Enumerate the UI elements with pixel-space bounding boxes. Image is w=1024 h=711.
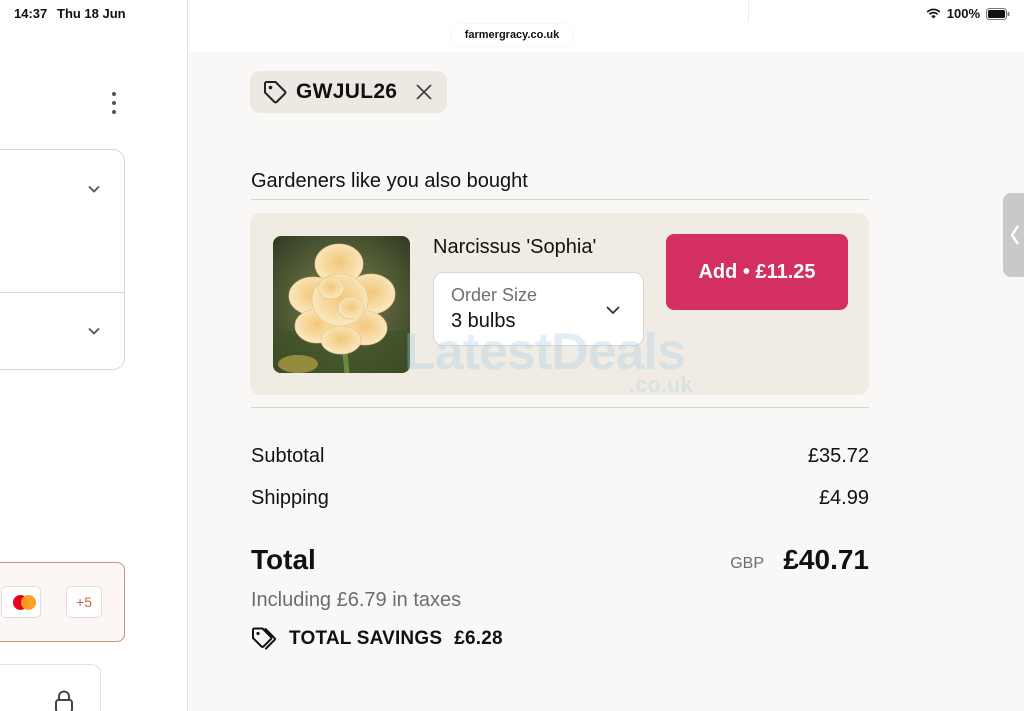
status-indicators: 100%: [926, 6, 1010, 21]
total-label: Total: [251, 544, 316, 575]
tags-icon: [252, 627, 276, 650]
subtotal-label: Subtotal: [251, 445, 325, 467]
subtotal-value: £35.72: [807, 445, 869, 467]
close-icon[interactable]: [415, 83, 433, 101]
chevron-down-icon[interactable]: [87, 182, 101, 196]
savings-label: TOTAL SAVINGS: [289, 628, 443, 649]
shipping-value: £4.99: [818, 487, 869, 509]
order-size-select[interactable]: Order Size 3 bulbs: [433, 272, 644, 346]
divider: [251, 199, 869, 200]
order-summary-pane: GWJUL26 Gardeners like you also bought N…: [189, 0, 1024, 711]
battery-percent: 100%: [946, 6, 980, 21]
payment-option[interactable]: +5: [0, 562, 125, 642]
chevron-down-icon: [606, 306, 620, 315]
chevron-down-icon[interactable]: [87, 324, 101, 338]
discount-code: GWJUL26: [296, 80, 398, 103]
product-name: Narcissus 'Sophia': [433, 236, 597, 258]
side-panel-handle[interactable]: [1003, 193, 1024, 277]
tag-icon: [264, 81, 287, 104]
total-savings: TOTAL SAVINGS £6.28: [251, 626, 503, 652]
upsell-heading: Gardeners like you also bought: [251, 170, 528, 192]
address-bar[interactable]: farmergracy.co.uk: [451, 24, 573, 46]
left-accordion: [0, 149, 125, 370]
more-payment-methods: +5: [66, 586, 102, 618]
savings-value: £6.28: [454, 628, 503, 649]
divider: [0, 292, 124, 293]
battery-icon: [986, 7, 1010, 20]
order-size-label: Order Size: [451, 285, 538, 305]
tax-note: Including £6.79 in taxes: [251, 589, 462, 611]
status-time: 14:37: [14, 6, 48, 21]
add-to-cart-button[interactable]: Add • £11.25: [666, 234, 848, 310]
status-date: Thu 18 Jun: [57, 6, 126, 21]
chevron-left-icon: [1010, 225, 1020, 245]
left-pane: +5: [0, 0, 188, 711]
lock-icon: [55, 690, 73, 711]
shipping-label: Shipping: [251, 487, 329, 509]
divider: [251, 407, 869, 408]
upsell-card: Narcissus 'Sophia' Order Size 3 bulbs Ad…: [250, 213, 869, 395]
secure-field[interactable]: [0, 664, 101, 711]
currency-code: GBP: [730, 555, 764, 572]
applied-discount-chip: GWJUL26: [250, 71, 447, 113]
mastercard-icon: [1, 586, 41, 618]
order-size-value: 3 bulbs: [451, 310, 516, 332]
more-options-icon[interactable]: [110, 92, 118, 114]
total-value: £40.71: [783, 544, 869, 575]
wifi-icon: [926, 8, 941, 19]
status-bar: 14:37 Thu 18 Jun 100%: [0, 0, 1024, 26]
product-image[interactable]: [273, 236, 410, 373]
